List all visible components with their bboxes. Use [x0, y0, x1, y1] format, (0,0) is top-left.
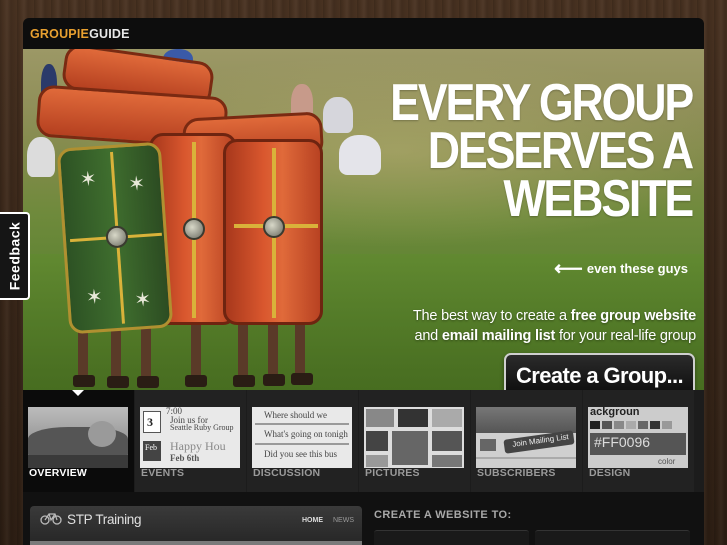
- soldier-boot: [291, 373, 313, 385]
- preview-nav-news[interactable]: NEWS: [333, 517, 354, 524]
- features-strip: OVERVIEW 3 7:00 Join us for Seattle Ruby…: [23, 390, 704, 492]
- feature-tab-subscribers[interactable]: Join Mailing List SUBSCRIBERS: [471, 390, 582, 492]
- header: GROUPIEGUIDE: [23, 18, 704, 49]
- spectator: [339, 135, 381, 175]
- logo-part2: GUIDE: [89, 26, 130, 41]
- soldier-boot: [73, 375, 95, 387]
- hero-headline: EVERY GROUP DESERVES A WEBSITE: [390, 74, 694, 228]
- discussion-thumbnail: Where should we What's going on tonigh D…: [252, 407, 352, 468]
- events-day-number: 3: [147, 415, 153, 429]
- red-shield: [223, 139, 323, 325]
- feature-tab-events[interactable]: 3 7:00 Join us for Seattle Ruby Group Fe…: [135, 390, 246, 492]
- soldier-boot: [137, 376, 159, 388]
- feature-label-overview: OVERVIEW: [29, 467, 88, 479]
- feedback-label: Feedback: [6, 221, 22, 291]
- design-thumbnail: ackgroun #FF0096 color: [588, 407, 688, 468]
- events-ruby: Seattle Ruby Group: [170, 423, 234, 432]
- shield-boss: [183, 218, 205, 240]
- shield-boss: [263, 216, 285, 238]
- soldier-leg: [111, 324, 121, 379]
- site-preview[interactable]: STP Training HOME NEWS: [30, 506, 362, 545]
- preview-nav-home[interactable]: HOME: [302, 517, 323, 524]
- feature-tab-discussion[interactable]: Where should we What's going on tonigh D…: [247, 390, 358, 492]
- soldier-leg: [141, 324, 151, 379]
- feature-label-design: DESIGN: [589, 467, 631, 479]
- headline-line-3: WEBSITE: [503, 170, 694, 228]
- feature-tab-pictures[interactable]: PICTURES: [359, 390, 470, 492]
- feature-label-subscribers: SUBSCRIBERS: [477, 467, 556, 479]
- headline-line-2: DESERVES A: [427, 122, 694, 180]
- design-hex: #FF0096: [594, 434, 651, 450]
- bottom-section: STP Training HOME NEWS CREATE A WEBSITE …: [23, 492, 704, 545]
- feature-tab-overview[interactable]: OVERVIEW: [23, 390, 134, 492]
- active-pointer-icon: [72, 390, 84, 396]
- soldier-leg: [295, 317, 305, 375]
- left-arrow-icon: ⟵: [554, 257, 583, 280]
- events-happy: Happy Hou: [170, 439, 226, 453]
- overview-thumbnail: [28, 407, 128, 468]
- design-color: color: [658, 457, 676, 466]
- tagline-2c: for your real-life group: [555, 328, 696, 344]
- discussion-2: What's going on tonigh: [264, 429, 348, 439]
- spectator: [27, 137, 55, 177]
- design-word: ackgroun: [590, 407, 640, 418]
- hero-tagline: The best way to create a free group webs…: [413, 306, 696, 346]
- feature-tab-design[interactable]: ackgroun #FF0096 color DESIGN: [583, 390, 694, 492]
- star-emblem: ✶: [127, 172, 146, 196]
- create-group-button[interactable]: Create a Group...: [504, 353, 695, 390]
- preview-nav: HOME NEWS: [302, 517, 354, 524]
- discussion-3: Did you see this bus: [264, 449, 337, 459]
- feedback-tab[interactable]: Feedback: [0, 212, 30, 300]
- soldier-leg: [238, 321, 248, 379]
- hero-banner: ✶ ✶ ✶ ✶ EVERY GROUP DESERVES A WEBSITE ⟵…: [23, 49, 704, 390]
- tagline-1a: The best way to create a: [412, 308, 571, 324]
- create-website-item[interactable]: [374, 530, 529, 545]
- subscribers-thumbnail: Join Mailing List: [476, 407, 576, 468]
- tagline-2a: and: [414, 328, 442, 344]
- pictures-thumbnail: [364, 407, 464, 468]
- soldier-boot: [185, 375, 207, 387]
- events-month: Feb: [145, 443, 157, 452]
- feature-label-discussion: DISCUSSION: [253, 467, 321, 479]
- preview-bar: [30, 541, 362, 545]
- soldier-boot: [263, 374, 285, 386]
- green-shield: ✶ ✶ ✶ ✶: [56, 141, 174, 335]
- feature-label-events: EVENTS: [141, 467, 185, 479]
- create-website-item[interactable]: [535, 530, 690, 545]
- soldier-leg: [191, 321, 201, 379]
- tagline-2b: email mailing list: [441, 328, 556, 344]
- preview-brand-name: STP Training: [67, 512, 142, 527]
- soldier-boot: [107, 376, 129, 388]
- logo[interactable]: GROUPIEGUIDE: [30, 27, 130, 41]
- events-date: Feb 6th: [170, 453, 200, 463]
- subtag-text: even these guys: [586, 261, 688, 276]
- create-website-title: CREATE A WEBSITE TO:: [374, 509, 512, 521]
- soldier-boot: [233, 375, 255, 387]
- main-container: GROUPIEGUIDE ✶ ✶ ✶ ✶ EVERY GROUP DESERVE…: [23, 18, 704, 545]
- hero-subtag: ⟵ even these guys: [554, 257, 688, 280]
- headline-line-1: EVERY GROUP: [390, 74, 694, 132]
- bicycle-icon: [40, 511, 62, 528]
- soldier-leg: [268, 319, 278, 377]
- star-emblem: ✶: [85, 286, 104, 310]
- spectator: [323, 97, 353, 133]
- discussion-1: Where should we: [264, 410, 327, 420]
- feature-label-pictures: PICTURES: [365, 467, 420, 479]
- star-emblem: ✶: [133, 288, 152, 312]
- star-emblem: ✶: [79, 168, 98, 192]
- events-thumbnail: 3 7:00 Join us for Seattle Ruby Group Fe…: [140, 407, 240, 468]
- logo-part1: GROUPIE: [30, 26, 90, 41]
- tagline-1b: free group website: [570, 308, 697, 324]
- preview-brand: STP Training: [40, 511, 142, 528]
- shield-boss: [105, 225, 129, 249]
